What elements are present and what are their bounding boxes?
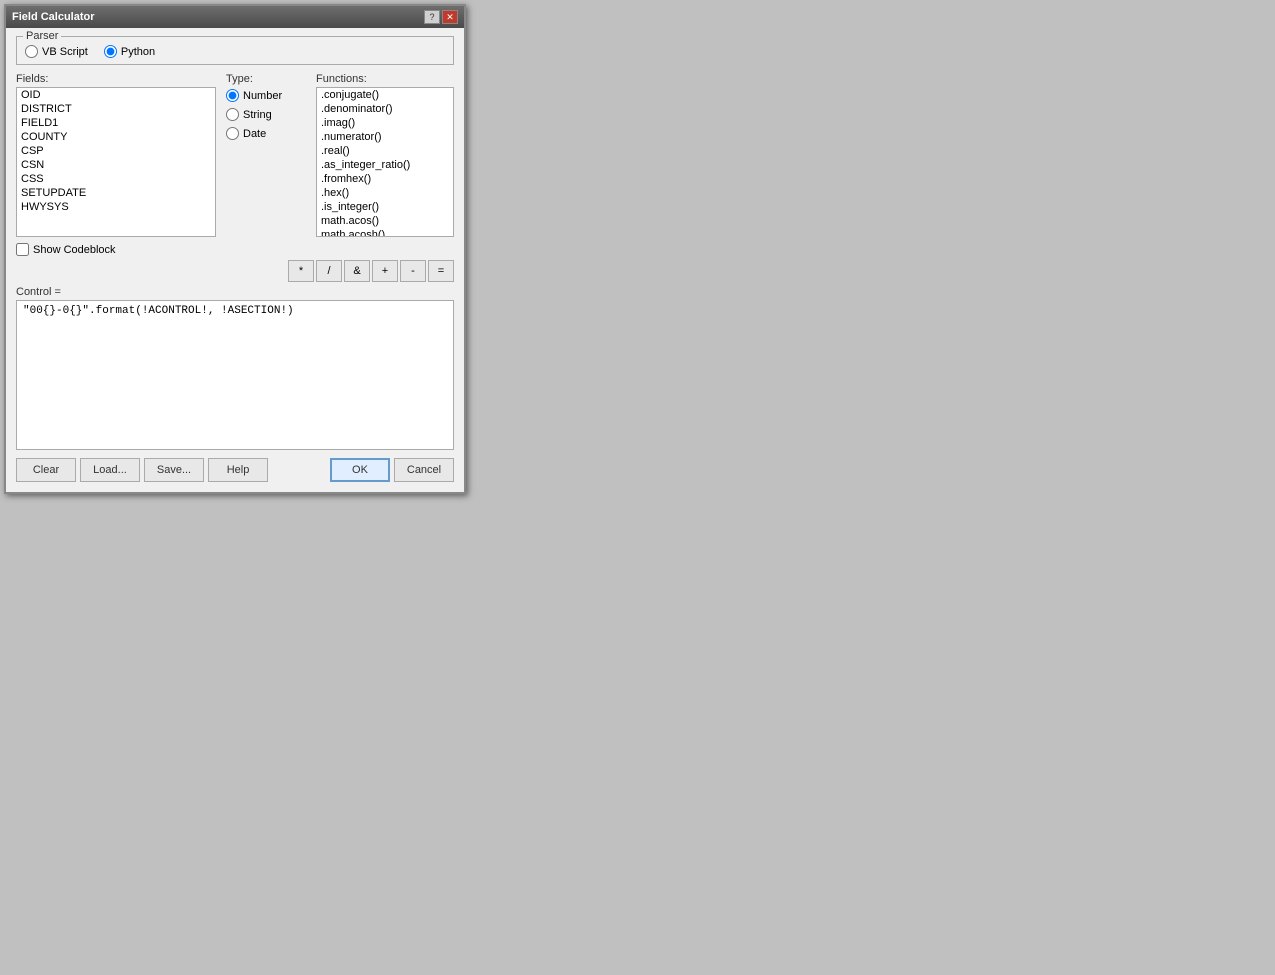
functions-label: Functions:: [316, 73, 454, 85]
type-string-radio[interactable]: [226, 108, 239, 121]
dialog-body: Parser VB Script Python Fields: OID DIST: [6, 28, 464, 492]
python-radio-label[interactable]: Python: [104, 45, 155, 58]
type-string-span: String: [243, 109, 272, 121]
op-minus-button[interactable]: -: [400, 260, 426, 282]
function-item-fromhex[interactable]: .fromhex(): [317, 172, 453, 186]
function-item-as-integer-ratio[interactable]: .as_integer_ratio(): [317, 158, 453, 172]
type-number-label[interactable]: Number: [226, 89, 306, 102]
field-item-hwysys[interactable]: HWYSYS: [17, 200, 215, 214]
function-item-imag[interactable]: .imag(): [317, 116, 453, 130]
btn-group-right: OK Cancel: [330, 458, 454, 482]
help-title-button[interactable]: ?: [424, 10, 440, 24]
load-button[interactable]: Load...: [80, 458, 140, 482]
type-date-label[interactable]: Date: [226, 127, 306, 140]
op-equals-button[interactable]: =: [428, 260, 454, 282]
cancel-button[interactable]: Cancel: [394, 458, 454, 482]
functions-section: Functions: .conjugate() .denominator() .…: [316, 73, 454, 237]
op-plus-button[interactable]: +: [372, 260, 398, 282]
type-options: Number String Date: [226, 87, 306, 140]
type-date-radio[interactable]: [226, 127, 239, 140]
vbscript-radio-label[interactable]: VB Script: [25, 45, 88, 58]
parser-label: Parser: [23, 30, 61, 42]
btn-group-left: Clear Load... Save... Help: [16, 458, 268, 482]
right-section: Type: Number String Date: [226, 73, 454, 237]
field-item-district[interactable]: DISTRICT: [17, 102, 215, 116]
field-item-county[interactable]: COUNTY: [17, 130, 215, 144]
type-section: Type: Number String Date: [226, 73, 306, 237]
function-item-is-integer[interactable]: .is_integer(): [317, 200, 453, 214]
op-divide-button[interactable]: /: [316, 260, 342, 282]
type-label: Type:: [226, 73, 306, 85]
control-label: Control =: [16, 286, 454, 298]
python-radio[interactable]: [104, 45, 117, 58]
codeblock-row: Show Codeblock: [16, 243, 454, 256]
type-number-span: Number: [243, 90, 282, 102]
type-number-radio[interactable]: [226, 89, 239, 102]
ok-button[interactable]: OK: [330, 458, 390, 482]
function-item-math-acos[interactable]: math.acos(): [317, 214, 453, 228]
fields-list-container[interactable]: OID DISTRICT FIELD1 COUNTY CSP CSN CSS S…: [16, 87, 216, 237]
function-item-hex[interactable]: .hex(): [317, 186, 453, 200]
fields-label: Fields:: [16, 73, 216, 85]
title-bar-controls: ? ✕: [424, 10, 458, 24]
parser-row: VB Script Python: [25, 41, 445, 58]
control-textarea-container[interactable]: "00{}-0{}".format(!ACONTROL!, !ASECTION!…: [16, 300, 454, 450]
field-item-setupdate[interactable]: SETUPDATE: [17, 186, 215, 200]
dialog-title: Field Calculator: [12, 11, 95, 23]
help-button[interactable]: Help: [208, 458, 268, 482]
python-label: Python: [121, 46, 155, 58]
close-title-button[interactable]: ✕: [442, 10, 458, 24]
save-button[interactable]: Save...: [144, 458, 204, 482]
field-item-css[interactable]: CSS: [17, 172, 215, 186]
function-item-math-acosh[interactable]: math.acosh(): [317, 228, 453, 237]
type-date-span: Date: [243, 128, 266, 140]
show-codeblock-checkbox[interactable]: [16, 243, 29, 256]
function-item-real[interactable]: .real(): [317, 144, 453, 158]
operators-row: * / & + - =: [16, 260, 454, 282]
functions-list-container[interactable]: .conjugate() .denominator() .imag() .num…: [316, 87, 454, 237]
main-content: Fields: OID DISTRICT FIELD1 COUNTY CSP C…: [16, 73, 454, 237]
function-item-denominator[interactable]: .denominator(): [317, 102, 453, 116]
function-item-conjugate[interactable]: .conjugate(): [317, 88, 453, 102]
show-codeblock-label: Show Codeblock: [33, 244, 116, 256]
function-item-numerator[interactable]: .numerator(): [317, 130, 453, 144]
op-multiply-button[interactable]: *: [288, 260, 314, 282]
clear-button[interactable]: Clear: [16, 458, 76, 482]
field-calculator-dialog: Field Calculator ? ✕ Parser VB Script Py…: [4, 4, 466, 494]
field-item-csn[interactable]: CSN: [17, 158, 215, 172]
vbscript-radio[interactable]: [25, 45, 38, 58]
type-string-label[interactable]: String: [226, 108, 306, 121]
field-item-csp[interactable]: CSP: [17, 144, 215, 158]
bottom-buttons: Clear Load... Save... Help OK Cancel: [16, 458, 454, 482]
op-ampersand-button[interactable]: &: [344, 260, 370, 282]
field-item-oid[interactable]: OID: [17, 88, 215, 102]
control-content[interactable]: "00{}-0{}".format(!ACONTROL!, !ASECTION!…: [17, 301, 453, 321]
vbscript-label: VB Script: [42, 46, 88, 58]
parser-group: Parser VB Script Python: [16, 36, 454, 65]
field-item-field1[interactable]: FIELD1: [17, 116, 215, 130]
fields-section: Fields: OID DISTRICT FIELD1 COUNTY CSP C…: [16, 73, 216, 237]
title-bar: Field Calculator ? ✕: [6, 6, 464, 28]
